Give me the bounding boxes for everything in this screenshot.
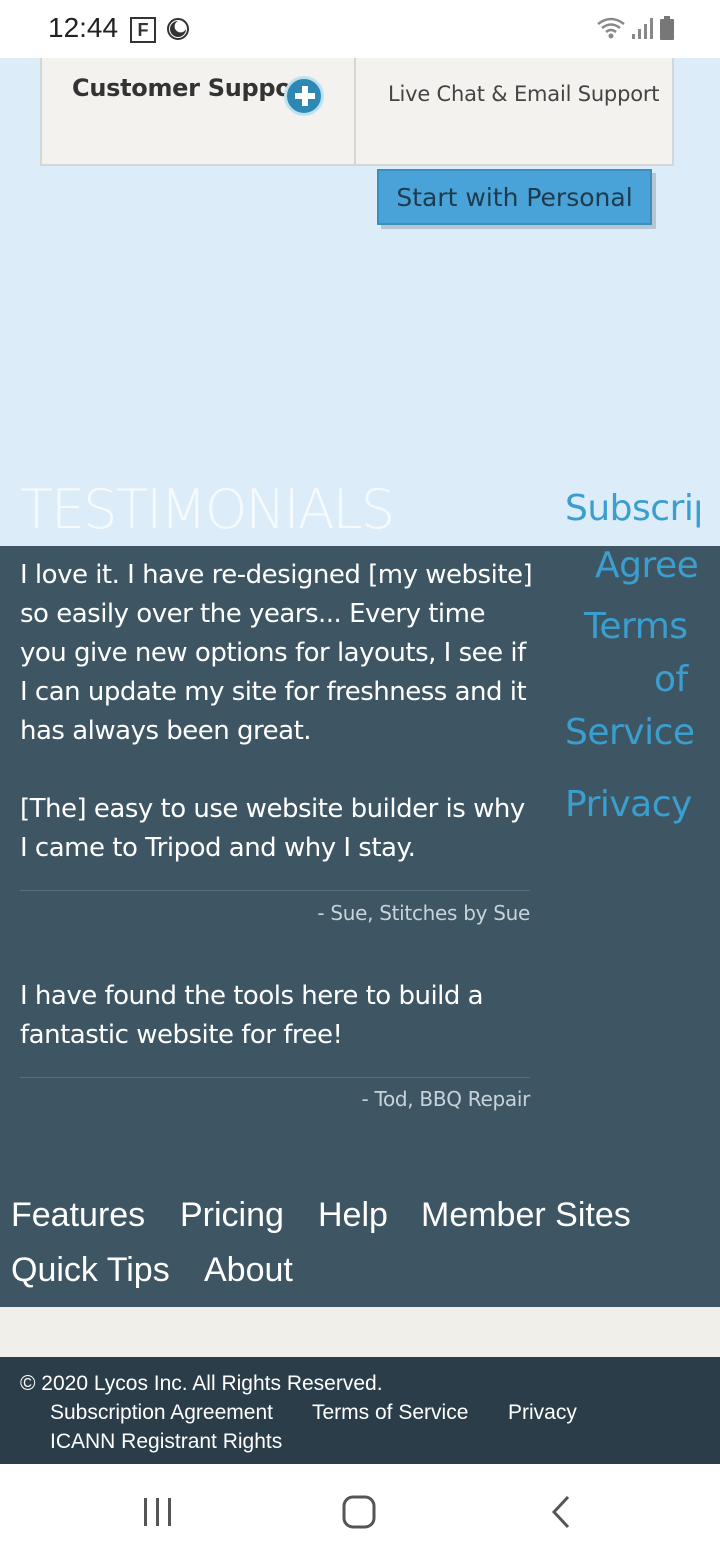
- testimonial-divider: [20, 1077, 530, 1078]
- recent-apps-icon[interactable]: [128, 1484, 188, 1540]
- wifi-icon: [597, 17, 625, 39]
- feature-label: Customer Support: [72, 74, 315, 102]
- feature-value: Live Chat & Email Support: [388, 82, 660, 106]
- testimonials-heading: TESTIMONIALS: [20, 478, 395, 541]
- footer-link-pricing[interactable]: Pricing: [180, 1196, 284, 1235]
- side-link-subscription[interactable]: Subscrip: [565, 488, 700, 529]
- side-link-of[interactable]: of: [654, 659, 688, 700]
- copyright-text: © 2020 Lycos Inc. All Rights Reserved.: [20, 1372, 383, 1395]
- footer-link-help[interactable]: Help: [318, 1196, 388, 1235]
- legal-link-subscription-agreement[interactable]: Subscription Agreement: [50, 1401, 273, 1425]
- moon-icon: [167, 18, 189, 40]
- system-nav-bar: [0, 1464, 720, 1560]
- legal-footer: © 2020 Lycos Inc. All Rights Reserved. S…: [0, 1357, 720, 1464]
- table-divider: [354, 58, 356, 166]
- testimonial-author: - Tod, BBQ Repair: [361, 1087, 530, 1111]
- status-time: 12:44: [48, 12, 119, 43]
- legal-link-terms-of-service[interactable]: Terms of Service: [312, 1401, 468, 1425]
- side-link-privacy[interactable]: Privacy: [565, 784, 692, 825]
- testimonial-quote: I love it. I have re-designed [my websit…: [20, 560, 533, 746]
- testimonial-divider: [20, 890, 530, 891]
- side-link-agreement[interactable]: Agreer: [595, 545, 700, 586]
- home-icon[interactable]: [329, 1484, 389, 1540]
- legal-link-privacy[interactable]: Privacy: [508, 1401, 577, 1425]
- status-icons: [596, 16, 674, 40]
- testimonial-author: - Sue, Stitches by Sue: [317, 901, 530, 925]
- footer-link-member-sites[interactable]: Member Sites: [421, 1196, 631, 1235]
- footer-link-about[interactable]: About: [204, 1251, 293, 1290]
- plus-circle-icon[interactable]: [284, 76, 324, 116]
- side-link-terms[interactable]: Terms: [584, 606, 688, 647]
- feature-table-row: Customer Support Live Chat & Email Suppo…: [40, 58, 674, 166]
- testimonial-quote: I have found the tools here to build a f…: [20, 981, 484, 1050]
- status-bar: 12:44 F: [0, 0, 720, 58]
- battery-icon: [660, 16, 674, 40]
- testimonial-quote: [The] easy to use website builder is why…: [20, 794, 525, 863]
- legal-link-icann[interactable]: ICANN Registrant Rights: [50, 1430, 282, 1454]
- signal-icon: [632, 18, 653, 39]
- start-with-personal-button[interactable]: Start with Personal: [377, 169, 652, 225]
- f-badge-icon: F: [130, 17, 156, 43]
- footer-link-quick-tips[interactable]: Quick Tips: [11, 1251, 170, 1290]
- side-legal-links: Subscrip Agreer Terms of Service Privacy: [540, 488, 700, 838]
- back-icon[interactable]: [531, 1484, 591, 1540]
- footer-link-features[interactable]: Features: [11, 1196, 145, 1235]
- footer-gap: [0, 1307, 720, 1357]
- side-link-service[interactable]: Service: [565, 712, 695, 753]
